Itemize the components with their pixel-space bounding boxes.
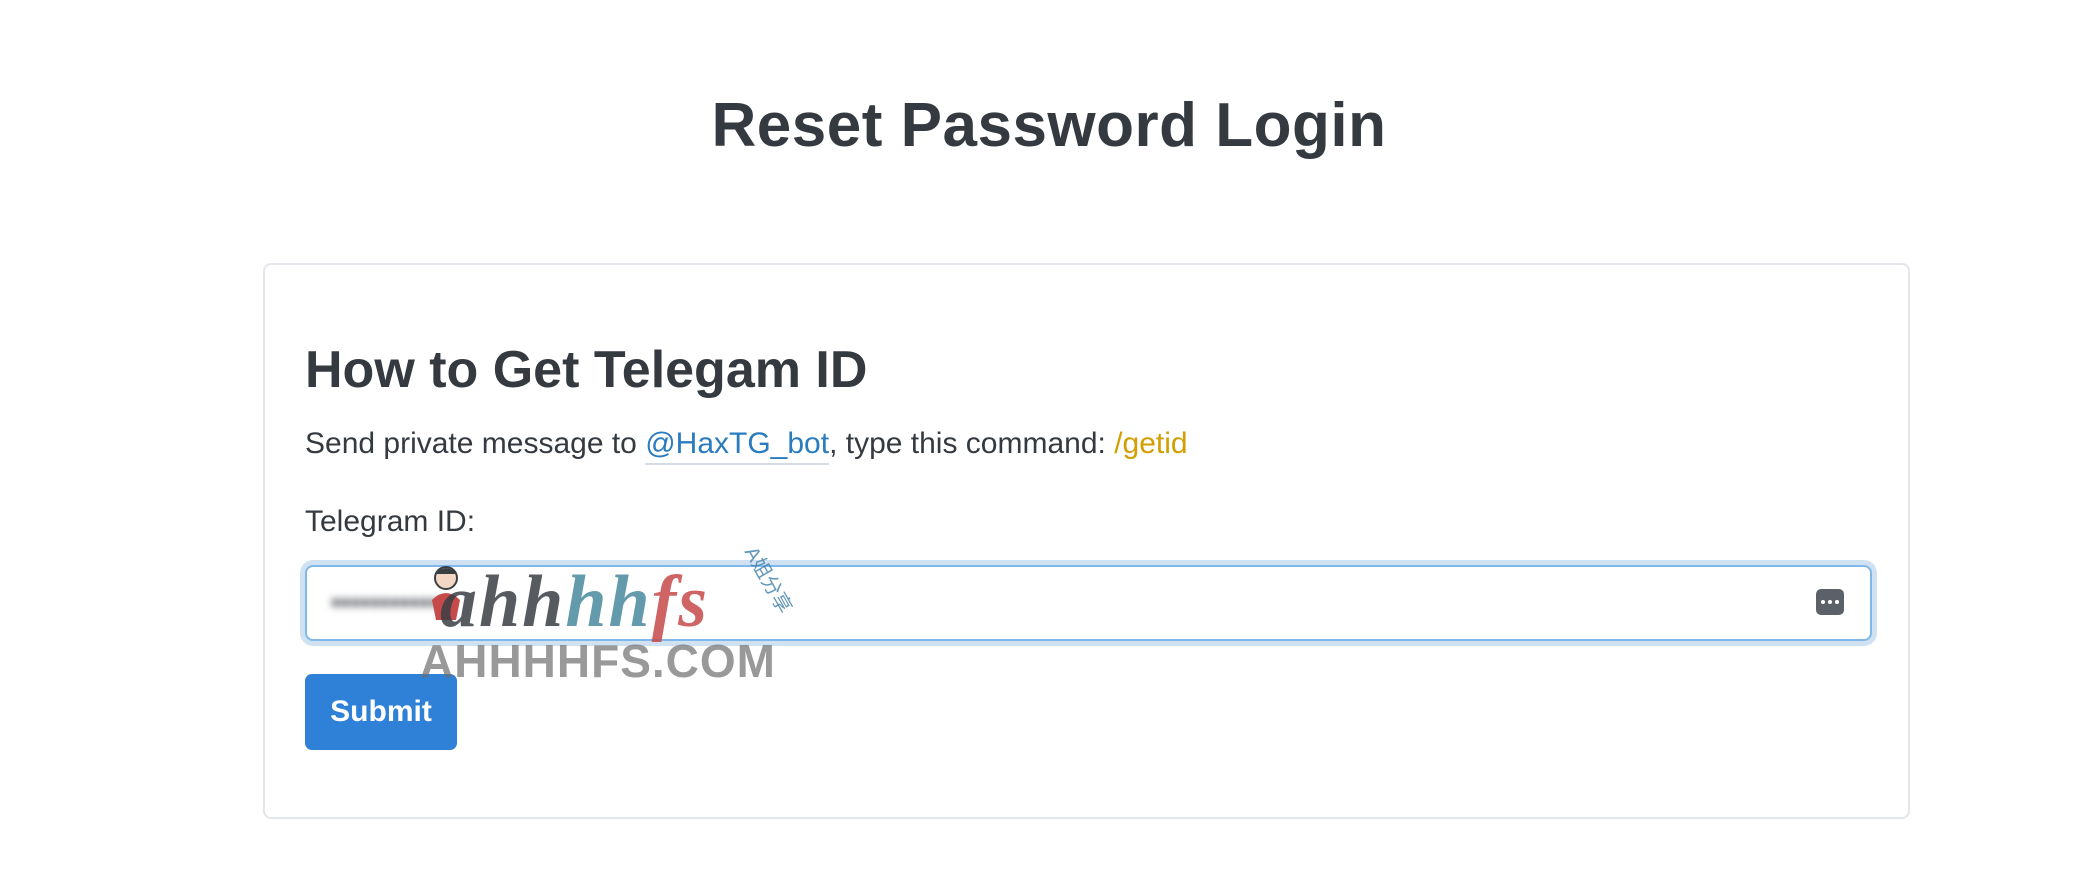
page: Reset Password Login How to Get Telegam … — [0, 0, 2098, 876]
instruction-middle: , type this command: — [829, 427, 1115, 460]
password-manager-icon[interactable] — [1816, 589, 1844, 615]
watermark-logo-part1: ahh — [440, 561, 566, 643]
watermark-logo-part3: fs — [651, 561, 710, 643]
bot-link[interactable]: @HaxTG_bot — [645, 427, 830, 465]
watermark-domain: AHHHHFS.COM — [420, 635, 776, 687]
instruction-text: Send private message to @HaxTG_bot, type… — [305, 427, 1188, 465]
telegram-id-label: Telegram ID: — [305, 505, 476, 538]
instruction-prefix: Send private message to — [305, 427, 646, 460]
watermark-logo-part2: hh — [565, 561, 652, 643]
telegram-id-card: How to Get Telegam ID Send private messa… — [263, 263, 1910, 819]
card-heading: How to Get Telegam ID — [305, 341, 868, 399]
page-title: Reset Password Login — [711, 91, 1387, 160]
watermark-logo: ahhhhfs — [440, 560, 709, 645]
command-text: /getid — [1114, 427, 1188, 460]
